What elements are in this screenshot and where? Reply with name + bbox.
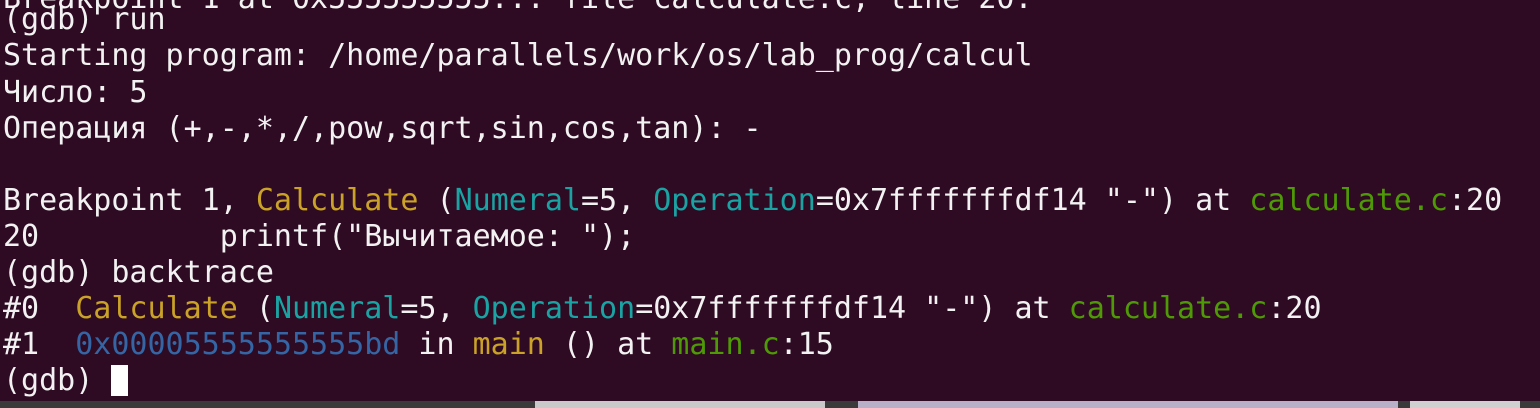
gdb-prompt: (gdb) (3, 363, 112, 398)
frame0-index: #0 (3, 291, 76, 326)
frame0-arg1-value: =5, (400, 291, 473, 326)
frame0-arg1-name: Numeral (273, 291, 401, 326)
frame1-args: () at (544, 327, 672, 362)
frame0-arg2-value: =0x7fffffffdf14 "-") at (635, 291, 1069, 326)
frame1-file: main.c (671, 327, 780, 362)
frame1-index: #1 (3, 327, 76, 362)
terminal-line-starting-program: Starting program: /home/parallels/work/o… (3, 38, 1033, 73)
frame1-in: in (400, 327, 473, 362)
frame1-line: :15 (779, 327, 834, 362)
breakpoint-open: ( (418, 183, 455, 218)
breakpoint-arg1-value: =5, (581, 183, 654, 218)
taskbar-item[interactable] (858, 401, 1398, 408)
terminal-window[interactable]: Breakpoint 1 at 0x555555555... file calc… (0, 0, 1540, 401)
terminal-line-breakpoint: Breakpoint 1, Calculate (Numeral=5, Oper… (3, 183, 1502, 219)
breakpoint-arg2-value: =0x7fffffffdf14 "-") at (815, 183, 1250, 218)
terminal-line-backtrace: (gdb) backtrace (3, 255, 274, 290)
terminal-line-source: 20 printf("Вычитаемое: "); (3, 219, 636, 254)
taskbar-item[interactable] (1410, 401, 1520, 408)
terminal-line-number-input: Число: 5 (3, 75, 148, 110)
frame0-arg2-name: Operation (472, 291, 636, 326)
frame0-line: :20 (1267, 291, 1322, 326)
breakpoint-line: :20 (1447, 183, 1503, 218)
breakpoint-prefix: Breakpoint 1, (3, 183, 256, 218)
terminal-prompt-line[interactable]: (gdb) (3, 363, 129, 399)
frame1-function: main (472, 327, 545, 362)
text-cursor[interactable] (111, 365, 129, 396)
terminal-line-frame1: #1 0x00005555555555bd in main () at main… (3, 327, 834, 363)
frame0-function: Calculate (75, 291, 238, 326)
terminal-line-operation-input: Операция (+,-,*,/,pow,sqrt,sin,cos,tan):… (3, 111, 762, 146)
taskbar-item[interactable] (535, 401, 825, 408)
taskbar-strip (0, 401, 1540, 408)
breakpoint-function: Calculate (255, 183, 419, 218)
breakpoint-arg1-name: Numeral (454, 183, 581, 218)
breakpoint-arg2-name: Operation (653, 183, 816, 218)
breakpoint-file: calculate.c (1249, 183, 1448, 218)
frame0-file: calculate.c (1068, 291, 1268, 326)
terminal-line-run: (gdb) run (3, 2, 166, 37)
frame0-open: ( (237, 291, 274, 326)
terminal-line-frame0: #0 Calculate (Numeral=5, Operation=0x7ff… (3, 291, 1322, 327)
frame1-address: 0x00005555555555bd (75, 327, 401, 362)
